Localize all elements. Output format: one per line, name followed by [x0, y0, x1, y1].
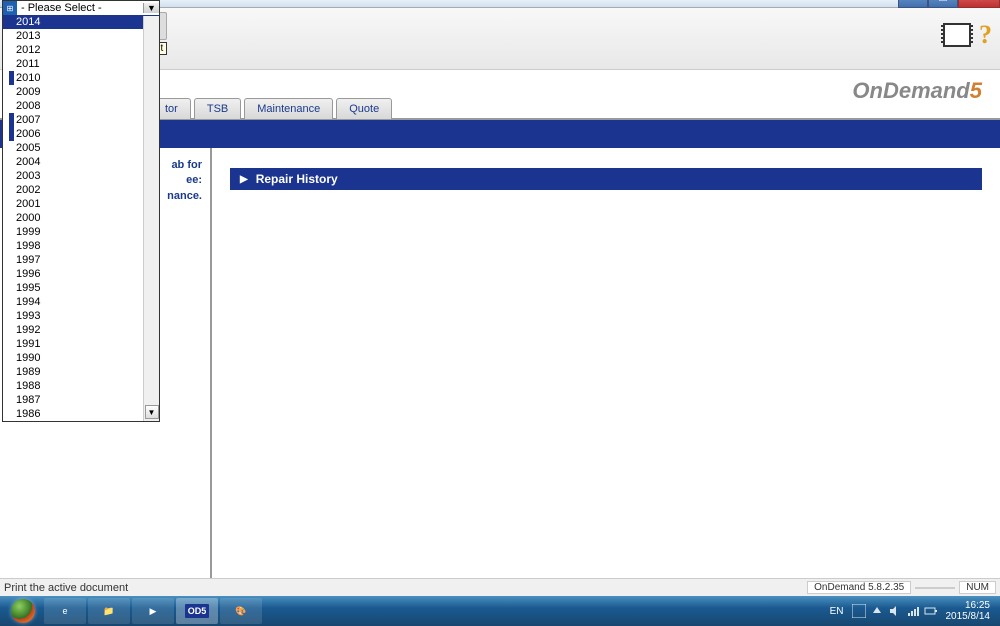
status-spacer [915, 587, 955, 589]
dropdown-app-icon: ⊞ [3, 1, 17, 15]
taskbar-item-paint[interactable]: 🎨 [220, 598, 262, 624]
tab-tsb[interactable]: TSB [194, 98, 241, 119]
dropdown-header[interactable]: ⊞ - Please Select - ▼ [3, 1, 159, 15]
year-option-2013[interactable]: 2013 [3, 29, 159, 43]
taskbar-item-explorer[interactable]: 📁 [88, 598, 130, 624]
taskbar-item-od5[interactable]: OD5 [176, 598, 218, 624]
tray-clock[interactable]: 16:25 2015/8/14 [946, 600, 991, 622]
taskbar: e📁▶OD5🎨 EN 16:25 2015/8/14 [0, 596, 1000, 626]
tray-icons [852, 604, 938, 618]
year-option-1987[interactable]: 1987 [3, 393, 159, 407]
year-option-1999[interactable]: 1999 [3, 225, 159, 239]
year-dropdown[interactable]: ⊞ - Please Select - ▼ 201420132012201120… [2, 0, 160, 422]
year-option-2004[interactable]: 2004 [3, 155, 159, 169]
tray-battery-icon[interactable] [924, 604, 938, 618]
year-option-1995[interactable]: 1995 [3, 281, 159, 295]
tray-volume-icon[interactable] [888, 604, 902, 618]
tray-time: 16:25 [946, 600, 991, 611]
close-button[interactable]: ✕ [958, 0, 1000, 8]
maximize-button[interactable]: ☐ [928, 0, 958, 8]
year-option-2000[interactable]: 2000 [3, 211, 159, 225]
year-option-2002[interactable]: 2002 [3, 183, 159, 197]
tab-quote[interactable]: Quote [336, 98, 392, 119]
scroll-down-button[interactable]: ▼ [145, 405, 159, 419]
year-option-1988[interactable]: 1988 [3, 379, 159, 393]
start-button[interactable] [4, 597, 42, 625]
help-icon[interactable]: ? [979, 20, 992, 50]
year-option-1989[interactable]: 1989 [3, 365, 159, 379]
status-bar: Print the active document OnDemand 5.8.2… [0, 578, 1000, 596]
year-option-2008[interactable]: 2008 [3, 99, 159, 113]
year-option-2003[interactable]: 2003 [3, 169, 159, 183]
windows-orb-icon [11, 599, 35, 623]
year-option-1998[interactable]: 1998 [3, 239, 159, 253]
tab-strip: torTSBMaintenanceQuote [152, 98, 392, 119]
window-controls: — ☐ ✕ [898, 0, 1000, 8]
dropdown-placeholder: - Please Select - [17, 2, 143, 14]
dropdown-toggle-button[interactable]: ▼ [143, 3, 159, 13]
year-option-2014[interactable]: 2014 [3, 15, 159, 29]
year-option-2011[interactable]: 2011 [3, 57, 159, 71]
year-option-1990[interactable]: 1990 [3, 351, 159, 365]
dropdown-list: 2014201320122011201020092008200720062005… [3, 15, 159, 421]
app-logo: OnDemand5 [852, 78, 982, 104]
system-tray: EN 16:25 2015/8/14 [830, 600, 996, 622]
year-option-2009[interactable]: 2009 [3, 85, 159, 99]
video-icon[interactable] [943, 23, 971, 47]
year-option-1994[interactable]: 1994 [3, 295, 159, 309]
taskbar-item-ie[interactable]: e [44, 598, 86, 624]
year-option-1986[interactable]: 1986 [3, 407, 159, 421]
tab-maintenance[interactable]: Maintenance [244, 98, 333, 119]
year-option-2007[interactable]: 2007 [3, 113, 159, 127]
status-message: Print the active document [4, 582, 803, 594]
minimize-button[interactable]: — [898, 0, 928, 8]
status-version: OnDemand 5.8.2.35 [807, 581, 911, 594]
main-panel: ▶ Repair History [212, 148, 1000, 578]
year-option-2001[interactable]: 2001 [3, 197, 159, 211]
year-option-1992[interactable]: 1992 [3, 323, 159, 337]
dropdown-scrollbar[interactable]: ▼ [143, 16, 159, 421]
section-header-repair-history[interactable]: ▶ Repair History [230, 168, 982, 190]
year-option-2006[interactable]: 2006 [3, 127, 159, 141]
year-option-2010[interactable]: 2010 [3, 71, 159, 85]
year-option-1993[interactable]: 1993 [3, 309, 159, 323]
expand-arrow-icon: ▶ [240, 174, 248, 185]
tray-language[interactable]: EN [830, 606, 844, 617]
tray-network-icon[interactable] [906, 604, 920, 618]
section-title: Repair History [256, 172, 338, 186]
year-option-2005[interactable]: 2005 [3, 141, 159, 155]
year-option-1991[interactable]: 1991 [3, 337, 159, 351]
year-option-1996[interactable]: 1996 [3, 267, 159, 281]
year-option-1997[interactable]: 1997 [3, 253, 159, 267]
status-numlock: NUM [959, 581, 996, 594]
tray-flag-icon[interactable] [852, 604, 866, 618]
taskbar-item-media[interactable]: ▶ [132, 598, 174, 624]
year-option-2012[interactable]: 2012 [3, 43, 159, 57]
tray-up-icon[interactable] [870, 604, 884, 618]
tray-date: 2015/8/14 [946, 611, 991, 622]
